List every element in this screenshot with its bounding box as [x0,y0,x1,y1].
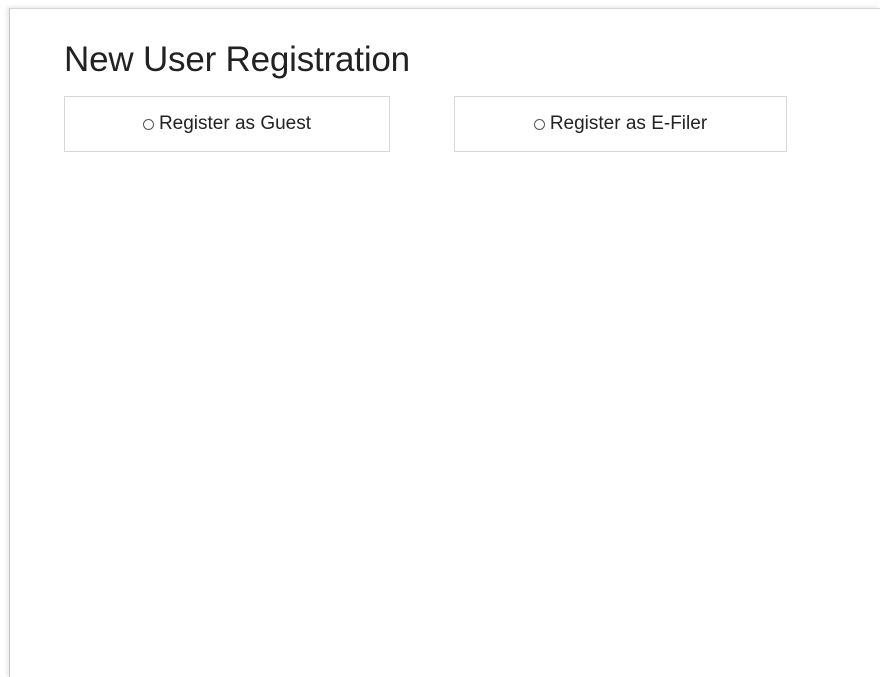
page-title: New User Registration [64,40,410,79]
register-as-guest-label: Register as Guest [158,113,312,134]
radio-unchecked-icon[interactable] [142,118,154,130]
register-as-efiler-label: Register as E-Filer [549,113,708,134]
radio-unchecked-icon[interactable] [533,118,545,130]
register-as-efiler-option[interactable]: Register as E-Filer [454,96,787,152]
register-as-guest-option[interactable]: Register as Guest [64,96,390,152]
page: New User Registration Register as Guest … [0,0,880,677]
